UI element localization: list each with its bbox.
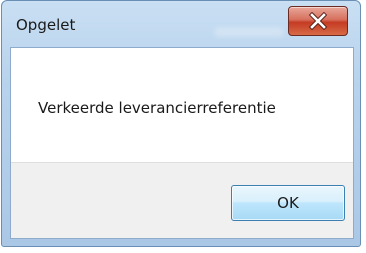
title-bar-reflection xyxy=(214,27,284,37)
dialog-window: Opgelet Verkeerde leverancierreferentie … xyxy=(1,0,361,247)
message-area: Verkeerde leverancierreferentie xyxy=(11,48,353,162)
message-text: Verkeerde leverancierreferentie xyxy=(38,99,276,117)
button-bar: OK xyxy=(11,162,353,238)
close-button[interactable] xyxy=(288,6,348,36)
dialog-title: Opgelet xyxy=(16,16,76,34)
ok-button[interactable]: OK xyxy=(231,185,345,221)
title-bar[interactable]: Opgelet xyxy=(2,1,360,47)
close-icon xyxy=(309,12,327,30)
dialog-content: Verkeerde leverancierreferentie OK xyxy=(10,47,354,239)
